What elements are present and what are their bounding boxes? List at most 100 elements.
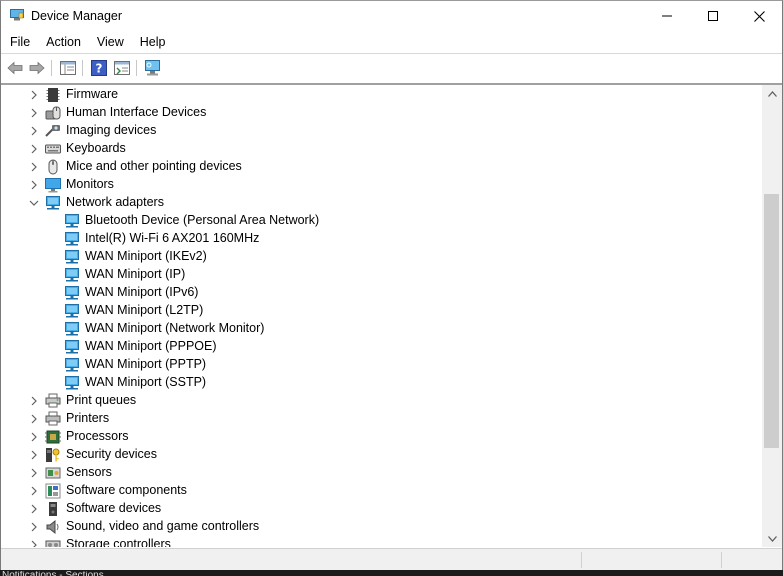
maximize-button[interactable] [690,1,736,31]
chevron-right-icon[interactable] [28,431,40,443]
firmware-icon [45,87,61,103]
chevron-right-icon[interactable] [28,125,40,137]
tree-category[interactable]: Sensors [1,464,762,482]
tree-item-label: Storage controllers [66,537,171,547]
print-queue-icon [45,393,61,409]
tree-category[interactable]: Mice and other pointing devices [1,158,762,176]
tree-item-label: Printers [66,411,110,425]
tree-category[interactable]: Print queues [1,392,762,410]
menu-help[interactable]: Help [131,32,173,53]
tree-item-label: WAN Miniport (IP) [85,267,186,281]
chevron-right-icon[interactable] [28,467,40,479]
tree-device[interactable]: Intel(R) Wi-Fi 6 AX201 160MHz [1,230,762,248]
software-device-icon [45,501,61,517]
tree-item-label: WAN Miniport (IPv6) [85,285,199,299]
title-bar[interactable]: Device Manager [1,1,782,31]
tree-device[interactable]: WAN Miniport (IKEv2) [1,248,762,266]
toolbar-separator [136,60,137,76]
chevron-right-icon[interactable] [28,161,40,173]
printer-icon [45,411,61,427]
tree-device[interactable]: WAN Miniport (IPv6) [1,284,762,302]
tree-category[interactable]: Imaging devices [1,122,762,140]
chevron-right-icon[interactable] [28,179,40,191]
tree-item-label: Print queues [66,393,137,407]
properties-icon [114,61,130,75]
menu-view[interactable]: View [88,32,131,53]
tree-item-label: Keyboards [66,141,126,155]
chevron-right-icon[interactable] [28,89,40,101]
tree-category[interactable]: Keyboards [1,140,762,158]
tree-category[interactable]: Network adapters [1,194,762,212]
speaker-icon [45,519,61,535]
chevron-right-icon[interactable] [28,449,40,461]
scroll-down-button[interactable] [762,530,782,547]
menu-bar: File Action View Help [1,32,782,53]
tree-category[interactable]: Firmware [1,86,762,104]
scrollbar-thumb[interactable] [764,194,779,448]
taskbar-label: Notifications - Sections [2,571,104,576]
tree-item-label: Sensors [66,465,112,479]
network-adapter-icon [64,303,80,319]
menu-file[interactable]: File [1,32,37,53]
device-manager-icon [10,9,24,21]
scan-for-hardware-changes-button[interactable] [143,58,163,78]
tree-category[interactable]: Security devices [1,446,762,464]
tree-category[interactable]: Software components [1,482,762,500]
tree-device[interactable]: WAN Miniport (IP) [1,266,762,284]
chevron-right-icon[interactable] [28,143,40,155]
tree-device[interactable]: WAN Miniport (Network Monitor) [1,320,762,338]
show-hide-console-tree-button[interactable] [58,58,78,78]
toolbar-separator [82,60,83,76]
chevron-right-icon[interactable] [28,413,40,425]
network-adapter-icon [64,231,80,247]
tree-category[interactable]: Storage controllers [1,536,762,547]
chevron-down-icon[interactable] [28,197,40,209]
properties-button[interactable] [112,58,132,78]
tree-item-label: WAN Miniport (Network Monitor) [85,321,265,335]
tree-category[interactable]: Monitors [1,176,762,194]
svg-text:?: ? [96,62,103,76]
chevron-right-icon[interactable] [28,107,40,119]
chevron-right-icon[interactable] [28,539,40,547]
tree-category[interactable]: Software devices [1,500,762,518]
network-adapter-icon [64,267,80,283]
tree-item-label: WAN Miniport (L2TP) [85,303,204,317]
network-adapter-icon [64,285,80,301]
tree-device[interactable]: WAN Miniport (PPPOE) [1,338,762,356]
tree-device[interactable]: WAN Miniport (SSTP) [1,374,762,392]
tree-device[interactable]: Bluetooth Device (Personal Area Network) [1,212,762,230]
tree-category[interactable]: Sound, video and game controllers [1,518,762,536]
status-pane [581,552,582,568]
network-adapter-icon [64,375,80,391]
status-bar [1,548,782,570]
vertical-scrollbar[interactable] [762,85,782,547]
back-arrow-icon [7,61,23,75]
chevron-right-icon[interactable] [28,485,40,497]
close-button[interactable] [736,1,782,31]
back-button[interactable] [5,58,25,78]
tree-category[interactable]: Human Interface Devices [1,104,762,122]
help-button[interactable]: ? [89,58,109,78]
chevron-down-icon [767,535,777,542]
tree-device[interactable]: WAN Miniport (PPTP) [1,356,762,374]
chevron-up-icon [767,90,777,97]
chevron-right-icon[interactable] [28,503,40,515]
network-adapter-icon [64,249,80,265]
forward-button[interactable] [27,58,47,78]
tree-item-label: Intel(R) Wi-Fi 6 AX201 160MHz [85,231,260,245]
processor-icon [45,429,61,445]
network-adapter-icon [45,195,61,211]
help-icon: ? [91,60,107,76]
tree-device[interactable]: WAN Miniport (L2TP) [1,302,762,320]
mouse-icon [45,159,61,175]
minimize-button[interactable] [644,1,690,31]
tree-item-label: WAN Miniport (SSTP) [85,375,207,389]
tree-category[interactable]: Printers [1,410,762,428]
tree-category[interactable]: Processors [1,428,762,446]
tree-item-label: Network adapters [66,195,164,209]
scroll-up-button[interactable] [762,85,782,102]
status-pane [721,552,722,568]
chevron-right-icon[interactable] [28,521,40,533]
menu-action[interactable]: Action [37,32,88,53]
chevron-right-icon[interactable] [28,395,40,407]
